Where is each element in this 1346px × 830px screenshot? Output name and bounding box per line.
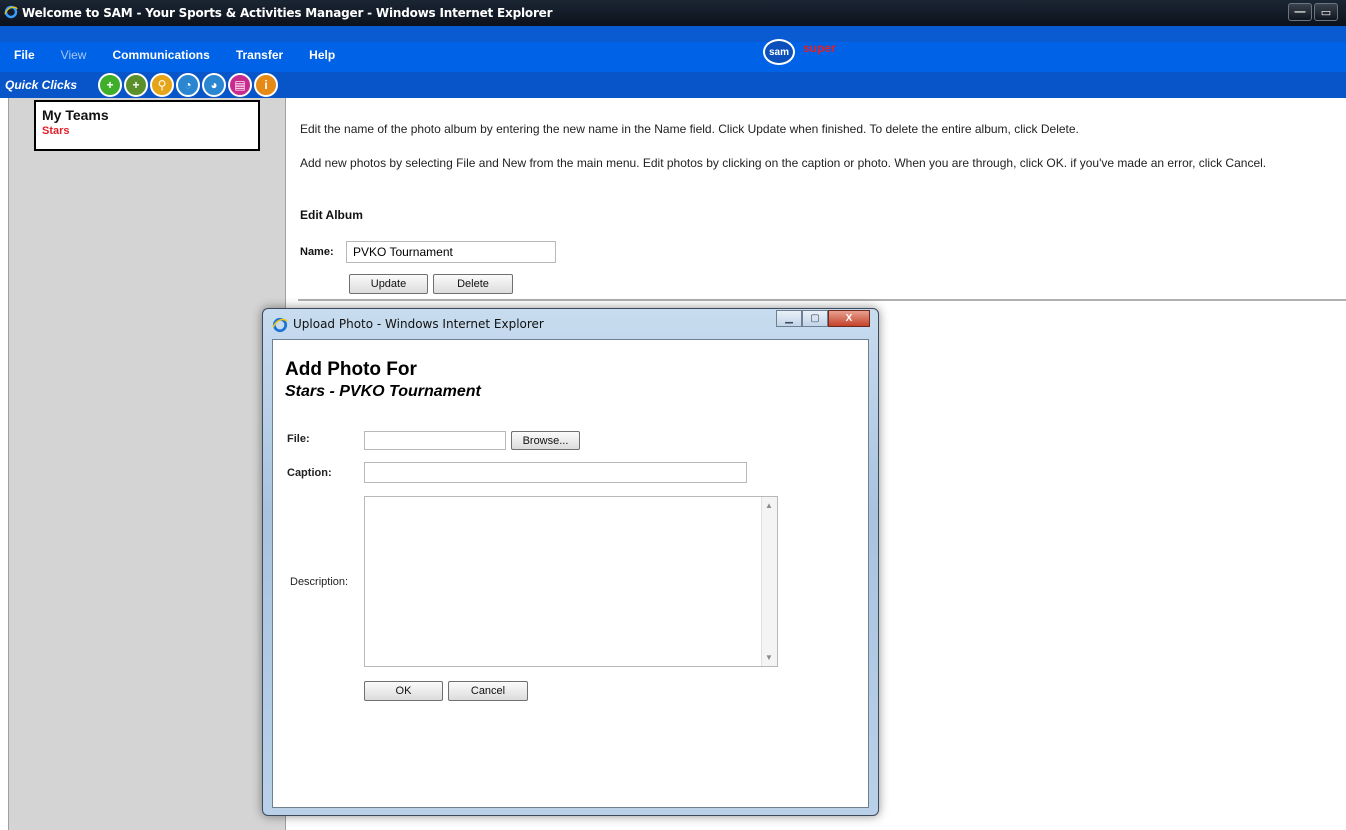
- schedule-icon[interactable]: ◕: [202, 73, 226, 97]
- album-name-input[interactable]: [346, 241, 556, 263]
- maximize-icon: ▢: [810, 313, 820, 324]
- upload-photo-window: Upload Photo - Windows Internet Explorer…: [262, 308, 879, 816]
- caption-input[interactable]: [364, 462, 747, 483]
- popup-body: Add Photo For Stars - PVKO Tournament Fi…: [272, 339, 869, 808]
- ie-logo-icon: [4, 5, 18, 19]
- file-label: File:: [287, 433, 310, 445]
- menu-communications[interactable]: Communications: [112, 48, 209, 62]
- minimize-button[interactable]: —: [1288, 3, 1312, 21]
- cancel-button[interactable]: Cancel: [448, 681, 528, 701]
- name-label: Name:: [300, 246, 334, 258]
- ok-button[interactable]: OK: [364, 681, 443, 701]
- header-strip: [0, 26, 1346, 42]
- browse-button[interactable]: Browse...: [511, 431, 580, 450]
- sam-logo: sam: [763, 39, 795, 65]
- caption-label: Caption:: [287, 467, 332, 479]
- add-member-icon[interactable]: +: [124, 73, 148, 97]
- team-link-stars[interactable]: Stars: [42, 125, 252, 137]
- search-icon[interactable]: ⚲: [150, 73, 174, 97]
- restore-button[interactable]: ▭: [1314, 3, 1338, 21]
- album-subheading: Stars - PVKO Tournament: [285, 383, 481, 400]
- scroll-up-icon[interactable]: ▲: [765, 501, 773, 510]
- description-textarea[interactable]: ▲ ▼: [364, 496, 778, 667]
- file-path-input[interactable]: [364, 431, 506, 450]
- info-icon[interactable]: i: [254, 73, 278, 97]
- quick-clicks-icons: + + ⚲ ◔ ◕ ▤ i: [98, 73, 278, 97]
- window-title: Welcome to SAM - Your Sports & Activitie…: [22, 6, 553, 20]
- description-scrollbar[interactable]: ▲ ▼: [761, 497, 777, 666]
- delete-button[interactable]: Delete: [433, 274, 513, 294]
- edit-album-heading: Edit Album: [300, 208, 363, 222]
- current-user: super: [803, 41, 836, 55]
- browser-title-bar: Welcome to SAM - Your Sports & Activitie…: [0, 0, 1346, 26]
- my-teams-heading: My Teams: [42, 107, 109, 123]
- ie-logo-icon: [272, 317, 288, 333]
- popup-close-button[interactable]: X: [828, 310, 870, 327]
- minimize-icon: ▁: [785, 313, 793, 324]
- app-header: File View Communications Transfer Help s…: [0, 26, 1346, 98]
- popup-title: Upload Photo - Windows Internet Explorer: [293, 317, 544, 331]
- document-icon[interactable]: ▤: [228, 73, 252, 97]
- popup-minimize-button[interactable]: ▁: [776, 310, 802, 327]
- scroll-down-icon[interactable]: ▼: [765, 653, 773, 662]
- popup-maximize-button[interactable]: ▢: [802, 310, 828, 327]
- menu-file[interactable]: File: [14, 48, 35, 62]
- instructions-photos: Add new photos by selecting File and New…: [300, 156, 1267, 170]
- my-teams-panel: My Teams Stars: [34, 100, 260, 151]
- menu-view[interactable]: View: [61, 48, 87, 62]
- activity-icon[interactable]: ◔: [176, 73, 200, 97]
- menu-transfer[interactable]: Transfer: [236, 48, 283, 62]
- description-label: Description:: [290, 576, 349, 588]
- quick-clicks-bar: Quick Clicks + + ⚲ ◔ ◕ ▤ i: [0, 72, 1346, 98]
- add-photo-heading: Add Photo For: [285, 359, 417, 380]
- sidebar: My Teams Stars: [8, 98, 286, 830]
- section-divider: [298, 299, 1346, 301]
- brand: sam super: [763, 39, 836, 65]
- instructions-edit: Edit the name of the photo album by ente…: [300, 122, 1079, 136]
- main-menu: File View Communications Transfer Help: [14, 48, 361, 62]
- add-team-icon[interactable]: +: [98, 73, 122, 97]
- menu-help[interactable]: Help: [309, 48, 335, 62]
- update-button[interactable]: Update: [349, 274, 428, 294]
- quick-clicks-label: Quick Clicks: [5, 78, 78, 92]
